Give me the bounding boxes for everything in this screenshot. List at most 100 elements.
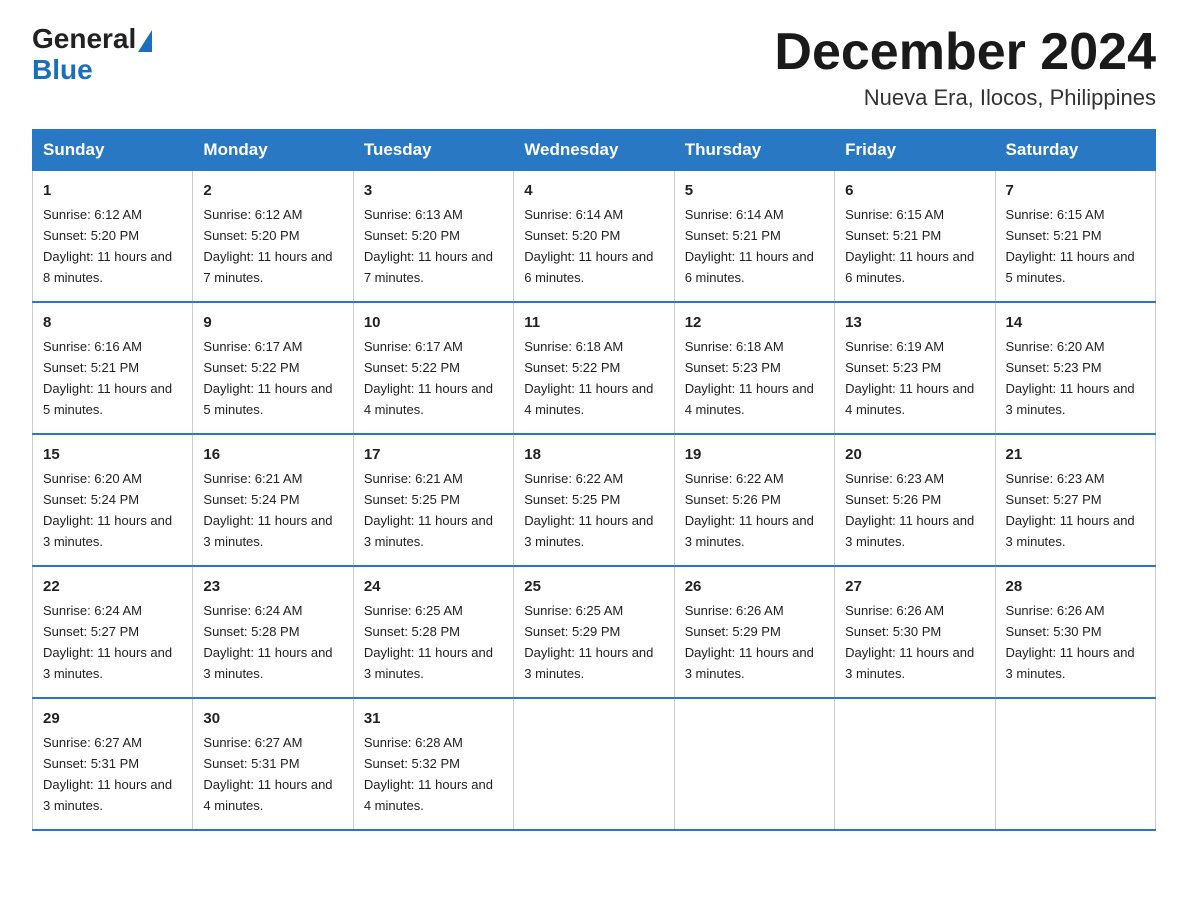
day-sunset: Sunset: 5:21 PM [43,360,139,375]
header-cell-wednesday: Wednesday [514,130,674,171]
day-sunrise: Sunrise: 6:21 AM [203,471,302,486]
day-daylight: Daylight: 11 hours and 6 minutes. [845,249,974,285]
day-sunrise: Sunrise: 6:27 AM [43,735,142,750]
header-cell-friday: Friday [835,130,995,171]
logo: General Blue [32,24,152,86]
day-number: 10 [364,311,503,334]
day-sunset: Sunset: 5:32 PM [364,756,460,771]
day-daylight: Daylight: 11 hours and 3 minutes. [845,645,974,681]
calendar-cell: 14 Sunrise: 6:20 AM Sunset: 5:23 PM Dayligh… [995,302,1155,434]
calendar-cell: 10Sunrise: 6:17 AMSunset: 5:22 PMDayligh… [353,302,513,434]
day-daylight: Daylight: 11 hours and 5 minutes. [1006,249,1135,285]
day-sunset: Sunset: 5:21 PM [845,228,941,243]
day-sunrise: Sunrise: 6:19 AM [845,339,944,354]
day-daylight: Daylight: 11 hours and 3 minutes. [364,645,493,681]
day-number: 4 [524,179,663,202]
day-sunrise: Sunrise: 6:20 AM [43,471,142,486]
day-sunrise: Sunrise: 6:23 AM [1006,471,1105,486]
day-daylight: Daylight: 11 hours and 4 minutes. [685,381,814,417]
calendar-cell: 9Sunrise: 6:17 AMSunset: 5:22 PMDaylight… [193,302,353,434]
calendar-cell: 15Sunrise: 6:20 AMSunset: 5:24 PMDayligh… [33,434,193,566]
calendar-cell: 4Sunrise: 6:14 AMSunset: 5:20 PMDaylight… [514,171,674,302]
calendar-cell: 13Sunrise: 6:19 AMSunset: 5:23 PMDayligh… [835,302,995,434]
calendar-cell: 23Sunrise: 6:24 AMSunset: 5:28 PMDayligh… [193,566,353,698]
day-daylight: Daylight: 11 hours and 7 minutes. [203,249,332,285]
calendar-cell: 30Sunrise: 6:27 AMSunset: 5:31 PMDayligh… [193,698,353,830]
day-number: 5 [685,179,824,202]
day-number: 14 [1006,311,1145,334]
day-sunrise: Sunrise: 6:18 AM [524,339,623,354]
header-row: SundayMondayTuesdayWednesdayThursdayFrid… [33,130,1156,171]
day-sunset: Sunset: 5:23 PM [685,360,781,375]
day-number: 9 [203,311,342,334]
calendar-cell: 17Sunrise: 6:21 AMSunset: 5:25 PMDayligh… [353,434,513,566]
day-sunset: Sunset: 5:31 PM [203,756,299,771]
day-sunset: Sunset: 5:20 PM [524,228,620,243]
calendar-cell: 24Sunrise: 6:25 AMSunset: 5:28 PMDayligh… [353,566,513,698]
day-sunrise: Sunrise: 6:24 AM [203,603,302,618]
day-sunset: Sunset: 5:22 PM [203,360,299,375]
day-sunset: Sunset: 5:23 PM [1006,360,1102,375]
day-sunrise: Sunrise: 6:20 AM [1006,339,1105,354]
header-cell-thursday: Thursday [674,130,834,171]
calendar-cell: 5Sunrise: 6:14 AMSunset: 5:21 PMDaylight… [674,171,834,302]
day-sunrise: Sunrise: 6:27 AM [203,735,302,750]
day-sunset: Sunset: 5:24 PM [203,492,299,507]
calendar-cell: 19Sunrise: 6:22 AMSunset: 5:26 PMDayligh… [674,434,834,566]
day-daylight: Daylight: 11 hours and 3 minutes. [364,513,493,549]
day-number: 8 [43,311,182,334]
day-number: 13 [845,311,984,334]
day-daylight: Daylight: 11 hours and 4 minutes. [364,777,493,813]
day-number: 11 [524,311,663,334]
day-sunrise: Sunrise: 6:18 AM [685,339,784,354]
day-sunset: Sunset: 5:25 PM [364,492,460,507]
day-number: 18 [524,443,663,466]
calendar-body: 1Sunrise: 6:12 AMSunset: 5:20 PMDaylight… [33,171,1156,830]
calendar-cell: 6Sunrise: 6:15 AMSunset: 5:21 PMDaylight… [835,171,995,302]
day-daylight: Daylight: 11 hours and 3 minutes. [1006,513,1135,549]
day-daylight: Daylight: 11 hours and 3 minutes. [1006,381,1135,417]
calendar-week-3: 15 Sunrise: 6:20 AM Sunset: 5:24 PM Dayligh… [33,434,1156,566]
day-daylight: Daylight: 11 hours and 4 minutes. [203,777,332,813]
day-daylight: Daylight: 11 hours and 3 minutes. [203,513,332,549]
day-daylight: Daylight: 11 hours and 4 minutes. [845,381,974,417]
day-daylight: Daylight: 11 hours and 3 minutes. [685,513,814,549]
day-sunrise: Sunrise: 6:14 AM [685,207,784,222]
day-sunrise: Sunrise: 6:15 AM [845,207,944,222]
day-sunrise: Sunrise: 6:12 AM [43,207,142,222]
logo-triangle-icon [138,30,152,52]
day-number: 21 [1006,443,1145,466]
day-daylight: Daylight: 11 hours and 5 minutes. [43,381,172,417]
day-sunset: Sunset: 5:22 PM [364,360,460,375]
calendar-cell: 7Sunrise: 6:15 AMSunset: 5:21 PMDaylight… [995,171,1155,302]
day-number: 27 [845,575,984,598]
day-sunrise: Sunrise: 6:16 AM [43,339,142,354]
calendar-cell: 27Sunrise: 6:26 AMSunset: 5:30 PMDayligh… [835,566,995,698]
day-sunset: Sunset: 5:21 PM [1006,228,1102,243]
calendar-table: SundayMondayTuesdayWednesdayThursdayFrid… [32,129,1156,831]
calendar-cell: 18Sunrise: 6:22 AMSunset: 5:25 PMDayligh… [514,434,674,566]
calendar-cell: 25Sunrise: 6:25 AMSunset: 5:29 PMDayligh… [514,566,674,698]
day-sunset: Sunset: 5:20 PM [364,228,460,243]
day-sunset: Sunset: 5:31 PM [43,756,139,771]
day-number: 2 [203,179,342,202]
day-number: 15 [43,443,182,466]
header-cell-tuesday: Tuesday [353,130,513,171]
logo-blue: Blue [32,54,93,85]
day-sunrise: Sunrise: 6:26 AM [1006,603,1105,618]
day-sunrise: Sunrise: 6:17 AM [364,339,463,354]
day-sunset: Sunset: 5:21 PM [685,228,781,243]
day-sunrise: Sunrise: 6:13 AM [364,207,463,222]
day-daylight: Daylight: 11 hours and 8 minutes. [43,249,172,285]
calendar-week-1: 1Sunrise: 6:12 AMSunset: 5:20 PMDaylight… [33,171,1156,302]
calendar-cell: 28Sunrise: 6:26 AMSunset: 5:30 PMDayligh… [995,566,1155,698]
calendar-header: SundayMondayTuesdayWednesdayThursdayFrid… [33,130,1156,171]
day-sunset: Sunset: 5:26 PM [845,492,941,507]
header-cell-sunday: Sunday [33,130,193,171]
day-sunrise: Sunrise: 6:17 AM [203,339,302,354]
calendar-cell [514,698,674,830]
calendar-cell [835,698,995,830]
day-number: 19 [685,443,824,466]
calendar-cell: 31Sunrise: 6:28 AMSunset: 5:32 PMDayligh… [353,698,513,830]
day-sunset: Sunset: 5:20 PM [203,228,299,243]
